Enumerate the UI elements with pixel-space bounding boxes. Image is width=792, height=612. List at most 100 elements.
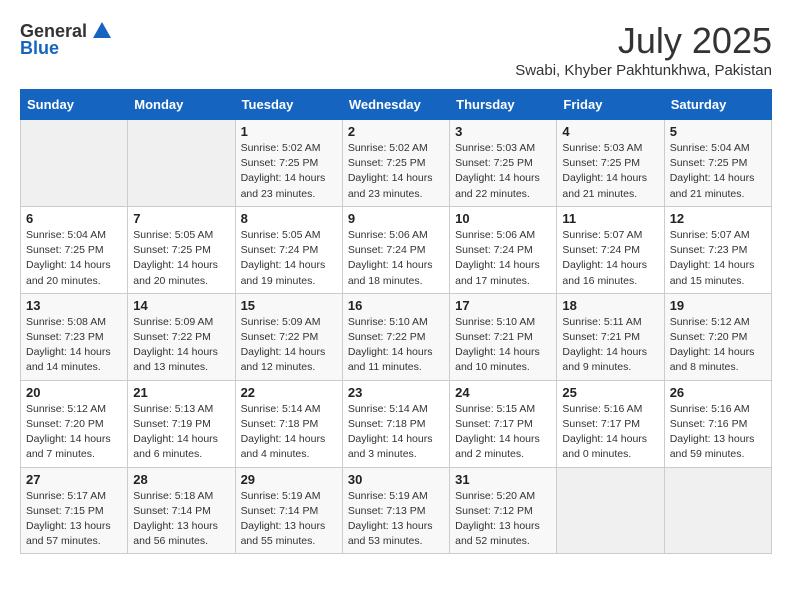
day-info: Sunrise: 5:05 AMSunset: 7:25 PMDaylight:… — [133, 228, 229, 289]
day-info: Sunrise: 5:05 AMSunset: 7:24 PMDaylight:… — [241, 228, 337, 289]
day-number: 9 — [348, 211, 444, 226]
calendar-cell — [128, 120, 235, 207]
calendar-cell: 29 Sunrise: 5:19 AMSunset: 7:14 PMDaylig… — [235, 467, 342, 554]
day-number: 4 — [562, 124, 658, 139]
calendar-week-row: 13 Sunrise: 5:08 AMSunset: 7:23 PMDaylig… — [21, 293, 772, 380]
day-number: 22 — [241, 385, 337, 400]
day-info: Sunrise: 5:16 AMSunset: 7:16 PMDaylight:… — [670, 402, 766, 463]
day-number: 16 — [348, 298, 444, 313]
calendar-cell — [557, 467, 664, 554]
calendar-cell: 16 Sunrise: 5:10 AMSunset: 7:22 PMDaylig… — [342, 293, 449, 380]
day-info: Sunrise: 5:03 AMSunset: 7:25 PMDaylight:… — [562, 141, 658, 202]
page-header: General Blue July 2025 Swabi, Khyber Pak… — [20, 20, 772, 79]
day-info: Sunrise: 5:10 AMSunset: 7:21 PMDaylight:… — [455, 315, 551, 376]
day-number: 23 — [348, 385, 444, 400]
calendar-cell: 26 Sunrise: 5:16 AMSunset: 7:16 PMDaylig… — [664, 380, 771, 467]
day-number: 15 — [241, 298, 337, 313]
day-number: 27 — [26, 472, 122, 487]
calendar-cell: 23 Sunrise: 5:14 AMSunset: 7:18 PMDaylig… — [342, 380, 449, 467]
calendar-week-row: 6 Sunrise: 5:04 AMSunset: 7:25 PMDayligh… — [21, 206, 772, 293]
day-number: 14 — [133, 298, 229, 313]
calendar-cell: 19 Sunrise: 5:12 AMSunset: 7:20 PMDaylig… — [664, 293, 771, 380]
calendar-cell: 27 Sunrise: 5:17 AMSunset: 7:15 PMDaylig… — [21, 467, 128, 554]
day-number: 20 — [26, 385, 122, 400]
calendar-table: SundayMondayTuesdayWednesdayThursdayFrid… — [20, 89, 772, 554]
day-info: Sunrise: 5:19 AMSunset: 7:13 PMDaylight:… — [348, 489, 444, 550]
day-number: 18 — [562, 298, 658, 313]
calendar-cell: 30 Sunrise: 5:19 AMSunset: 7:13 PMDaylig… — [342, 467, 449, 554]
logo: General Blue — [20, 20, 113, 59]
weekday-header: Saturday — [664, 90, 771, 120]
day-info: Sunrise: 5:10 AMSunset: 7:22 PMDaylight:… — [348, 315, 444, 376]
day-number: 2 — [348, 124, 444, 139]
day-info: Sunrise: 5:06 AMSunset: 7:24 PMDaylight:… — [348, 228, 444, 289]
day-info: Sunrise: 5:06 AMSunset: 7:24 PMDaylight:… — [455, 228, 551, 289]
day-info: Sunrise: 5:17 AMSunset: 7:15 PMDaylight:… — [26, 489, 122, 550]
title-block: July 2025 Swabi, Khyber Pakhtunkhwa, Pak… — [515, 20, 772, 79]
day-info: Sunrise: 5:14 AMSunset: 7:18 PMDaylight:… — [348, 402, 444, 463]
day-number: 28 — [133, 472, 229, 487]
calendar-week-row: 20 Sunrise: 5:12 AMSunset: 7:20 PMDaylig… — [21, 380, 772, 467]
calendar-week-row: 27 Sunrise: 5:17 AMSunset: 7:15 PMDaylig… — [21, 467, 772, 554]
day-info: Sunrise: 5:04 AMSunset: 7:25 PMDaylight:… — [670, 141, 766, 202]
day-number: 10 — [455, 211, 551, 226]
day-info: Sunrise: 5:08 AMSunset: 7:23 PMDaylight:… — [26, 315, 122, 376]
calendar-cell: 14 Sunrise: 5:09 AMSunset: 7:22 PMDaylig… — [128, 293, 235, 380]
day-info: Sunrise: 5:07 AMSunset: 7:23 PMDaylight:… — [670, 228, 766, 289]
calendar-cell — [664, 467, 771, 554]
calendar-cell: 22 Sunrise: 5:14 AMSunset: 7:18 PMDaylig… — [235, 380, 342, 467]
weekday-header: Tuesday — [235, 90, 342, 120]
calendar-cell: 20 Sunrise: 5:12 AMSunset: 7:20 PMDaylig… — [21, 380, 128, 467]
calendar-cell: 21 Sunrise: 5:13 AMSunset: 7:19 PMDaylig… — [128, 380, 235, 467]
calendar-week-row: 1 Sunrise: 5:02 AMSunset: 7:25 PMDayligh… — [21, 120, 772, 207]
month-title: July 2025 — [515, 20, 772, 62]
calendar-cell: 31 Sunrise: 5:20 AMSunset: 7:12 PMDaylig… — [450, 467, 557, 554]
weekday-header: Wednesday — [342, 90, 449, 120]
day-info: Sunrise: 5:07 AMSunset: 7:24 PMDaylight:… — [562, 228, 658, 289]
day-info: Sunrise: 5:12 AMSunset: 7:20 PMDaylight:… — [670, 315, 766, 376]
day-number: 5 — [670, 124, 766, 139]
logo-icon — [91, 20, 113, 42]
calendar-cell: 10 Sunrise: 5:06 AMSunset: 7:24 PMDaylig… — [450, 206, 557, 293]
day-info: Sunrise: 5:20 AMSunset: 7:12 PMDaylight:… — [455, 489, 551, 550]
calendar-cell: 5 Sunrise: 5:04 AMSunset: 7:25 PMDayligh… — [664, 120, 771, 207]
day-number: 19 — [670, 298, 766, 313]
day-number: 6 — [26, 211, 122, 226]
logo-blue-text: Blue — [20, 38, 59, 59]
calendar-cell: 15 Sunrise: 5:09 AMSunset: 7:22 PMDaylig… — [235, 293, 342, 380]
calendar-cell: 1 Sunrise: 5:02 AMSunset: 7:25 PMDayligh… — [235, 120, 342, 207]
calendar-cell: 7 Sunrise: 5:05 AMSunset: 7:25 PMDayligh… — [128, 206, 235, 293]
calendar-cell: 6 Sunrise: 5:04 AMSunset: 7:25 PMDayligh… — [21, 206, 128, 293]
calendar-cell: 8 Sunrise: 5:05 AMSunset: 7:24 PMDayligh… — [235, 206, 342, 293]
day-number: 31 — [455, 472, 551, 487]
calendar-cell: 17 Sunrise: 5:10 AMSunset: 7:21 PMDaylig… — [450, 293, 557, 380]
day-number: 11 — [562, 211, 658, 226]
day-number: 30 — [348, 472, 444, 487]
day-number: 7 — [133, 211, 229, 226]
calendar-cell: 9 Sunrise: 5:06 AMSunset: 7:24 PMDayligh… — [342, 206, 449, 293]
day-info: Sunrise: 5:04 AMSunset: 7:25 PMDaylight:… — [26, 228, 122, 289]
weekday-header: Friday — [557, 90, 664, 120]
day-number: 21 — [133, 385, 229, 400]
day-number: 3 — [455, 124, 551, 139]
calendar-cell: 24 Sunrise: 5:15 AMSunset: 7:17 PMDaylig… — [450, 380, 557, 467]
day-number: 24 — [455, 385, 551, 400]
day-number: 12 — [670, 211, 766, 226]
calendar-cell: 18 Sunrise: 5:11 AMSunset: 7:21 PMDaylig… — [557, 293, 664, 380]
day-info: Sunrise: 5:09 AMSunset: 7:22 PMDaylight:… — [241, 315, 337, 376]
weekday-header: Thursday — [450, 90, 557, 120]
calendar-cell: 13 Sunrise: 5:08 AMSunset: 7:23 PMDaylig… — [21, 293, 128, 380]
day-number: 26 — [670, 385, 766, 400]
day-number: 1 — [241, 124, 337, 139]
day-info: Sunrise: 5:03 AMSunset: 7:25 PMDaylight:… — [455, 141, 551, 202]
calendar-cell: 12 Sunrise: 5:07 AMSunset: 7:23 PMDaylig… — [664, 206, 771, 293]
calendar-cell: 3 Sunrise: 5:03 AMSunset: 7:25 PMDayligh… — [450, 120, 557, 207]
weekday-header: Monday — [128, 90, 235, 120]
day-info: Sunrise: 5:02 AMSunset: 7:25 PMDaylight:… — [348, 141, 444, 202]
day-info: Sunrise: 5:15 AMSunset: 7:17 PMDaylight:… — [455, 402, 551, 463]
weekday-header-row: SundayMondayTuesdayWednesdayThursdayFrid… — [21, 90, 772, 120]
day-info: Sunrise: 5:16 AMSunset: 7:17 PMDaylight:… — [562, 402, 658, 463]
day-info: Sunrise: 5:11 AMSunset: 7:21 PMDaylight:… — [562, 315, 658, 376]
day-info: Sunrise: 5:02 AMSunset: 7:25 PMDaylight:… — [241, 141, 337, 202]
day-number: 25 — [562, 385, 658, 400]
